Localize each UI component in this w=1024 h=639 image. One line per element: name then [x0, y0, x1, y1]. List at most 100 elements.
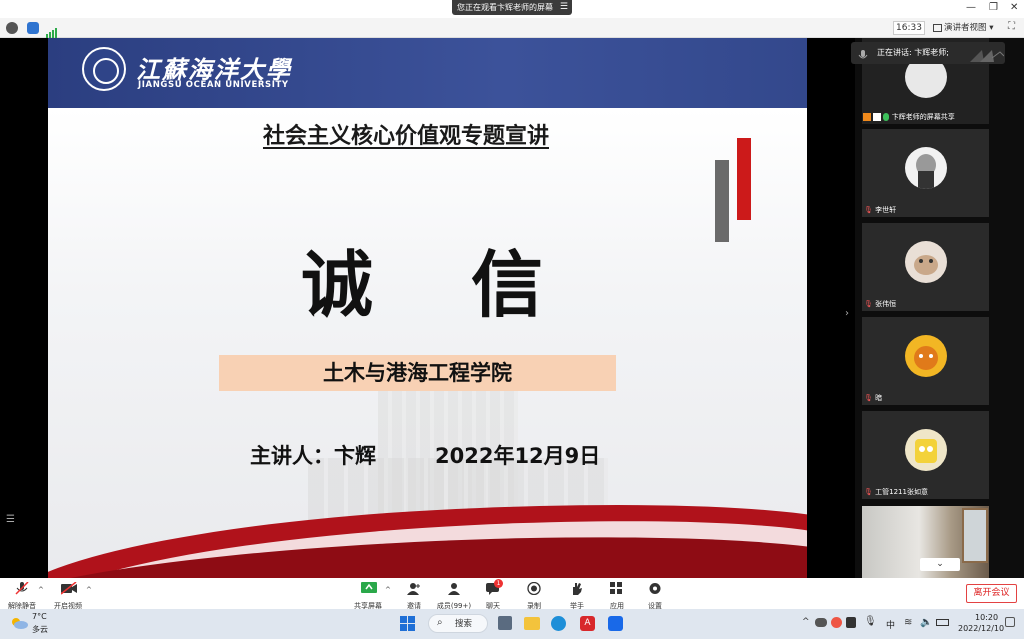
record-icon: [527, 580, 541, 596]
notification-icon[interactable]: [1005, 617, 1015, 627]
settings-button[interactable]: 设置: [633, 580, 677, 611]
mic-muted-icon: [15, 580, 29, 595]
mic-muted-icon: 🎙: [864, 206, 873, 214]
members-button[interactable]: 成员(99+): [432, 580, 476, 611]
hand-icon: [570, 580, 584, 595]
shield-icon[interactable]: [27, 22, 39, 34]
tencent-meeting-icon[interactable]: [608, 616, 623, 631]
speaker-label: 主讲人：卞辉: [250, 444, 376, 468]
close-icon[interactable]: ✕: [1010, 2, 1018, 13]
participant-name: 🎙 工管1211张如意: [864, 488, 928, 496]
cloud-icon[interactable]: [815, 618, 827, 627]
participant-tile[interactable]: 🎙 工管1211张如意: [862, 411, 989, 499]
participant-name: 卞辉老师的屏幕共享: [863, 113, 955, 122]
search-icon: ⌕: [437, 617, 443, 628]
clock-time[interactable]: 10:20: [975, 613, 998, 622]
microphone-tray-icon[interactable]: 🎙: [864, 616, 877, 627]
audio-wave-icon: [970, 47, 1005, 62]
participant-tile[interactable]: 🎙 暗: [862, 317, 989, 405]
mic-muted-icon: 🎙: [864, 394, 873, 402]
info-icon[interactable]: [6, 22, 18, 34]
start-video-button[interactable]: 开启视频: [46, 580, 90, 611]
participant-tile[interactable]: 🎙 张伟恒: [862, 223, 989, 311]
wifi-icon[interactable]: ≋: [904, 617, 912, 628]
weather-temp: 7°C: [32, 612, 47, 621]
edge-browser-icon[interactable]: [551, 616, 566, 631]
add-user-icon: [407, 580, 421, 595]
list-icon[interactable]: ☰: [560, 0, 568, 15]
mic-on-icon: [883, 113, 890, 121]
windows-start-icon[interactable]: [400, 616, 415, 631]
view-mode-button[interactable]: 演讲者视图 ▾: [933, 21, 1001, 35]
share-screen-button[interactable]: 共享屏幕: [346, 580, 390, 611]
chat-button[interactable]: 聊天: [471, 580, 515, 611]
meeting-timer: 16:33: [893, 21, 925, 35]
college-label: 土木与港海工程学院: [219, 355, 616, 391]
chevron-up-icon[interactable]: ^: [385, 586, 391, 594]
clock-date[interactable]: 2022/12/10: [958, 624, 1004, 633]
chat-badge: 1: [494, 579, 503, 588]
apps-grid-icon: [610, 580, 624, 594]
taskbar-search-label: 搜索: [455, 619, 473, 629]
weather-desc: 多云: [32, 625, 48, 634]
raise-hand-button[interactable]: 举手: [555, 580, 599, 611]
university-name-en: JIANGSU OCEAN UNIVERSITY: [138, 80, 289, 90]
screen-icon: [873, 113, 882, 121]
share-banner-text: 您正在观看卞辉老师的屏幕: [457, 3, 553, 12]
chevron-down-icon: ▾: [986, 23, 994, 33]
mic-muted-icon: 🎙: [864, 300, 873, 308]
camera-tile[interactable]: ⌄: [862, 506, 989, 578]
chevron-up-icon[interactable]: ^: [802, 617, 810, 627]
users-icon: [447, 580, 461, 595]
app-a-icon[interactable]: A: [580, 616, 595, 631]
menu-lines-icon[interactable]: ☰: [6, 514, 15, 525]
mic-muted-icon: 🎙: [864, 488, 873, 496]
slide-title: 社会主义核心价值观专题宣讲: [262, 124, 549, 149]
chevron-right-icon[interactable]: ›: [845, 308, 849, 319]
invite-button[interactable]: 邀请: [392, 580, 436, 611]
user-icon: [863, 113, 871, 121]
battery-icon[interactable]: [936, 619, 949, 626]
restore-icon[interactable]: ❐: [989, 2, 998, 13]
file-explorer-icon[interactable]: [524, 617, 540, 630]
meeting-topbar: [0, 18, 1024, 38]
participant-name: 🎙 暗: [864, 394, 883, 402]
leave-meeting-button[interactable]: 离开会议: [966, 584, 1017, 603]
mic-icon: [858, 47, 868, 59]
record-button[interactable]: 录制: [512, 580, 556, 611]
video-off-icon: [60, 580, 77, 595]
input-method[interactable]: 中: [886, 618, 895, 631]
avatar: [905, 429, 947, 471]
camera-scene-window: [962, 508, 988, 563]
unmute-button[interactable]: 解除静音: [0, 580, 44, 611]
chevron-up-icon[interactable]: ^: [86, 586, 92, 594]
avatar: [905, 241, 947, 283]
date-label: 2022年12月9日: [435, 444, 601, 468]
participant-tile[interactable]: 🎙 李世轩: [862, 129, 989, 217]
signal-icon[interactable]: [46, 23, 58, 38]
share-screen-icon: [361, 580, 377, 593]
shared-slide: 江蘇海洋大學 JIANGSU OCEAN UNIVERSITY 社会主义核心价值…: [48, 38, 807, 578]
task-view-icon[interactable]: [498, 616, 512, 630]
grid-icon: [933, 23, 942, 32]
avatar: [905, 335, 947, 377]
speaker-icon[interactable]: 🔈: [920, 617, 932, 628]
main-heading-char-2: 信: [471, 242, 544, 327]
participant-name: 🎙 李世轩: [864, 206, 897, 214]
participant-name: 🎙 张伟恒: [864, 300, 897, 308]
speaking-label: 正在讲话: 卞辉老师;: [877, 48, 949, 57]
chevron-up-icon[interactable]: ^: [38, 586, 44, 594]
fullscreen-icon[interactable]: ⛶: [1008, 21, 1015, 32]
university-logo: [82, 47, 126, 91]
weather-cloud-icon[interactable]: [10, 615, 28, 629]
avatar: [905, 147, 947, 189]
tray-app-icon[interactable]: [831, 617, 842, 628]
main-heading-char-1: 诚: [301, 242, 374, 327]
minimize-icon[interactable]: —: [966, 2, 976, 13]
decor-bar-red: [737, 138, 751, 220]
tray-app-icon-2[interactable]: [846, 617, 856, 628]
decor-bar-gray: [715, 160, 729, 242]
view-mode-label: 演讲者视图: [944, 23, 987, 33]
chevron-down-icon[interactable]: ⌄: [920, 558, 960, 571]
share-banner[interactable]: 您正在观看卞辉老师的屏幕 ☰: [452, 0, 572, 15]
